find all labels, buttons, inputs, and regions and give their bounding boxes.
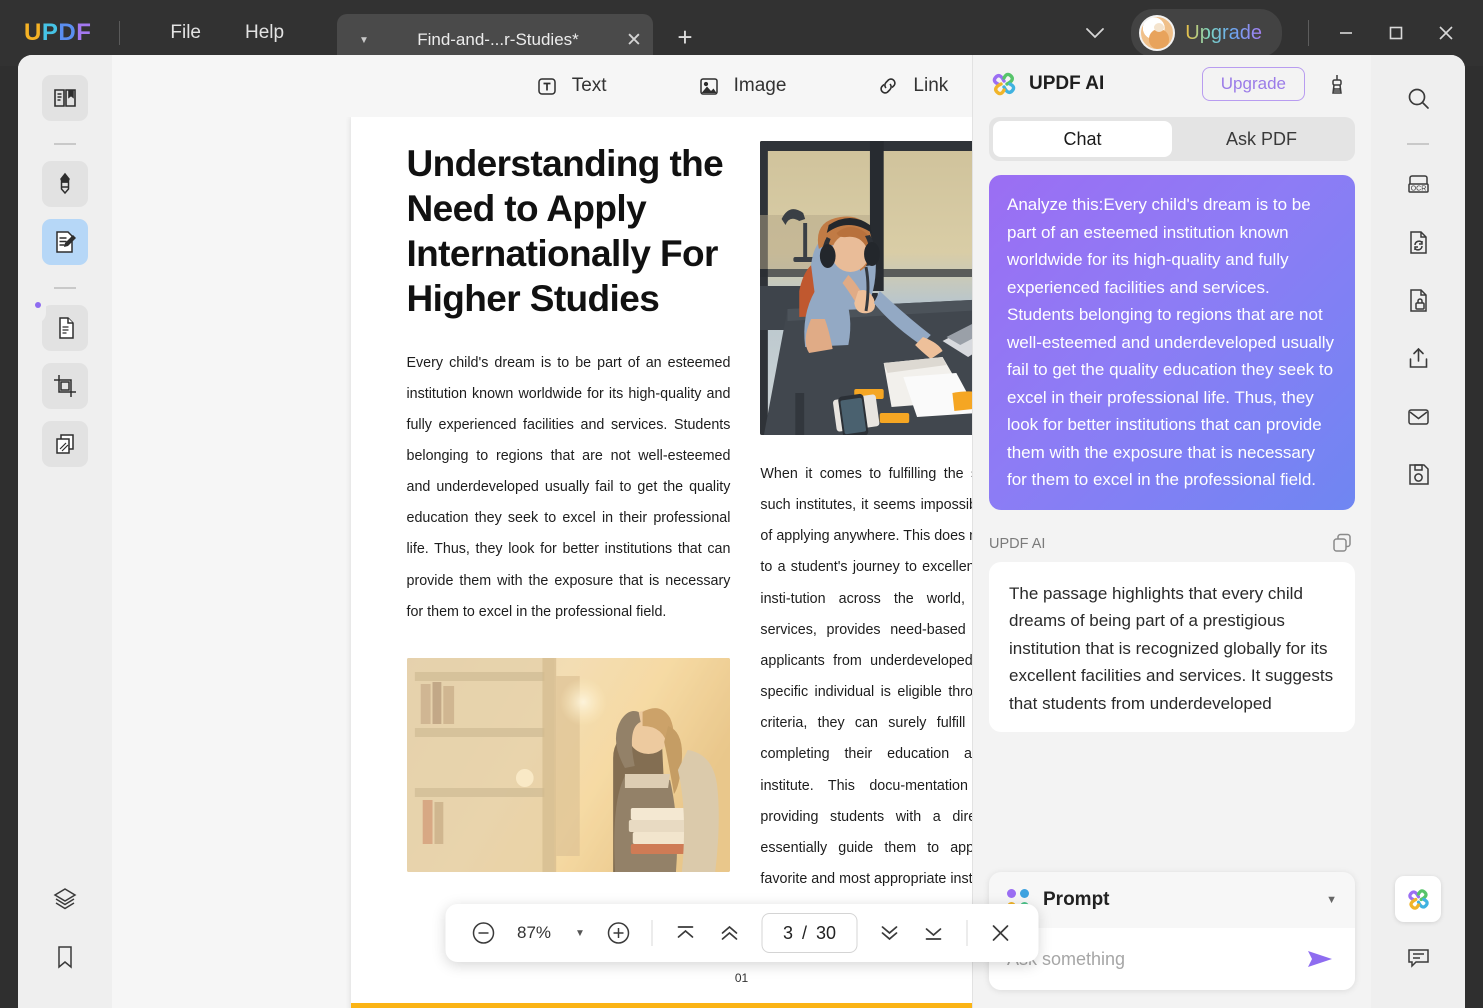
ai-panel-title: UPDF AI <box>1029 73 1105 94</box>
new-tab-button[interactable]: + <box>668 20 702 54</box>
rail-separator <box>1407 143 1429 145</box>
rail-separator <box>54 287 76 289</box>
tool-updf-ai[interactable] <box>1395 876 1441 922</box>
ai-conversation[interactable]: Analyze this:Every child's dream is to b… <box>973 161 1371 872</box>
upgrade-label: Upgrade <box>1185 21 1262 44</box>
ai-panel-tabs: Chat Ask PDF <box>989 117 1355 161</box>
logo-letter-u: U <box>24 19 42 46</box>
avatar <box>1139 15 1176 51</box>
edit-tool-text[interactable]: Text <box>525 68 617 104</box>
updf-logo: U P D F <box>24 19 91 47</box>
current-page-value: 3 <box>782 922 793 943</box>
sidebar-organize-pages[interactable] <box>42 421 88 467</box>
first-page-icon[interactable] <box>666 913 706 953</box>
user-message-bubble: Analyze this:Every child's dream is to b… <box>989 175 1355 510</box>
prompt-selector[interactable]: Prompt ▼ <box>989 872 1355 928</box>
rail-separator <box>54 143 76 145</box>
prompt-label: Prompt <box>1043 889 1110 910</box>
next-page-icon[interactable] <box>869 913 909 953</box>
previous-page-icon[interactable] <box>710 913 750 953</box>
tool-save[interactable] <box>1395 451 1441 497</box>
logo-letter-d: D <box>58 19 77 46</box>
ai-panel-header: UPDF AI Upgrade <box>973 55 1371 113</box>
ask-row <box>989 928 1355 990</box>
document-tab-title: Find-and-...r-Studies* <box>417 30 579 49</box>
tool-convert[interactable] <box>1395 219 1441 265</box>
toolbar-divider <box>966 920 967 946</box>
edit-tool-link-label: Link <box>913 75 949 96</box>
sidebar-reader-mode[interactable] <box>42 75 88 121</box>
close-toolbar-icon[interactable] <box>980 913 1020 953</box>
edit-tool-text-label: Text <box>571 75 607 96</box>
tool-comments[interactable] <box>1395 934 1441 980</box>
total-pages-value: 30 <box>815 922 836 943</box>
doc-image-library[interactable] <box>406 657 731 872</box>
ai-response-label: UPDF AI <box>989 535 1046 552</box>
page-separator: / <box>801 922 807 943</box>
sidebar-crop[interactable] <box>42 363 88 409</box>
logo-letter-p: P <box>41 19 59 46</box>
ask-input[interactable] <box>1007 948 1293 970</box>
page-navigation-toolbar: 87% ▼ 3 / 30 <box>445 904 1038 962</box>
tool-protect[interactable] <box>1395 277 1441 323</box>
right-toolbar: OCR <box>1371 55 1465 1008</box>
ai-upgrade-button[interactable]: Upgrade <box>1201 67 1305 101</box>
tab-ask-pdf[interactable]: Ask PDF <box>1172 121 1351 157</box>
tab-chat[interactable]: Chat <box>993 121 1172 157</box>
edit-tool-image-label: Image <box>733 75 787 96</box>
prompt-card: Prompt ▼ <box>989 872 1355 990</box>
tool-ocr[interactable]: OCR <box>1395 161 1441 207</box>
app-shell: Text Image Link Understanding the Need t… <box>18 55 1465 1008</box>
minimize-icon[interactable] <box>1321 10 1371 56</box>
caret-down-icon[interactable]: ▼ <box>1326 894 1337 906</box>
title-bar-divider <box>119 21 121 45</box>
zoom-out-icon[interactable] <box>463 913 503 953</box>
sidebar-edit-pdf[interactable] <box>42 219 88 265</box>
tool-share[interactable] <box>1395 335 1441 381</box>
send-arrow-icon[interactable] <box>1303 942 1337 976</box>
svg-text:OCR: OCR <box>1410 185 1426 192</box>
edit-tool-link[interactable]: Link <box>866 68 958 104</box>
title-bar-separator <box>1308 20 1309 46</box>
tool-email[interactable] <box>1395 393 1441 439</box>
close-icon[interactable] <box>1421 10 1471 56</box>
edit-tool-image[interactable]: Image <box>687 68 797 104</box>
caret-down-icon[interactable]: ▼ <box>347 35 381 46</box>
document-paragraph-left: Every child's dream is to be part of an … <box>406 354 731 620</box>
maximize-icon[interactable] <box>1371 10 1421 56</box>
last-page-icon[interactable] <box>913 913 953 953</box>
upgrade-button[interactable]: Upgrade <box>1131 9 1282 57</box>
sidebar-annotate[interactable] <box>42 161 88 207</box>
sidebar-bookmarks[interactable] <box>42 934 88 980</box>
sidebar-layers[interactable] <box>42 876 88 922</box>
page-number-input[interactable]: 3 / 30 <box>761 913 857 953</box>
zoom-dropdown-caret-icon[interactable]: ▼ <box>565 928 595 939</box>
chevron-down-icon[interactable] <box>1073 11 1117 55</box>
logo-letter-f: F <box>76 19 92 46</box>
document-heading: Understanding the Need to Apply Internat… <box>406 143 724 320</box>
broom-clear-icon[interactable] <box>1319 66 1355 102</box>
left-toolbar <box>18 55 112 1008</box>
ai-response-header: UPDF AI <box>989 532 1355 556</box>
zoom-level-value: 87% <box>517 923 552 942</box>
updf-ai-panel: UPDF AI Upgrade Chat Ask PDF Analyze thi… <box>972 55 1371 1008</box>
zoom-in-icon[interactable] <box>599 913 639 953</box>
close-icon[interactable]: ✕ <box>615 29 653 52</box>
updf-ai-clover-icon <box>989 69 1019 99</box>
ai-message-bubble: The passage highlights that every child … <box>989 561 1355 732</box>
toolbar-divider <box>651 920 653 946</box>
sidebar-page-edit[interactable] <box>42 305 88 351</box>
panel-resize-handle[interactable] <box>30 287 46 323</box>
tool-search[interactable] <box>1395 75 1441 121</box>
copy-icon[interactable] <box>1331 532 1355 556</box>
